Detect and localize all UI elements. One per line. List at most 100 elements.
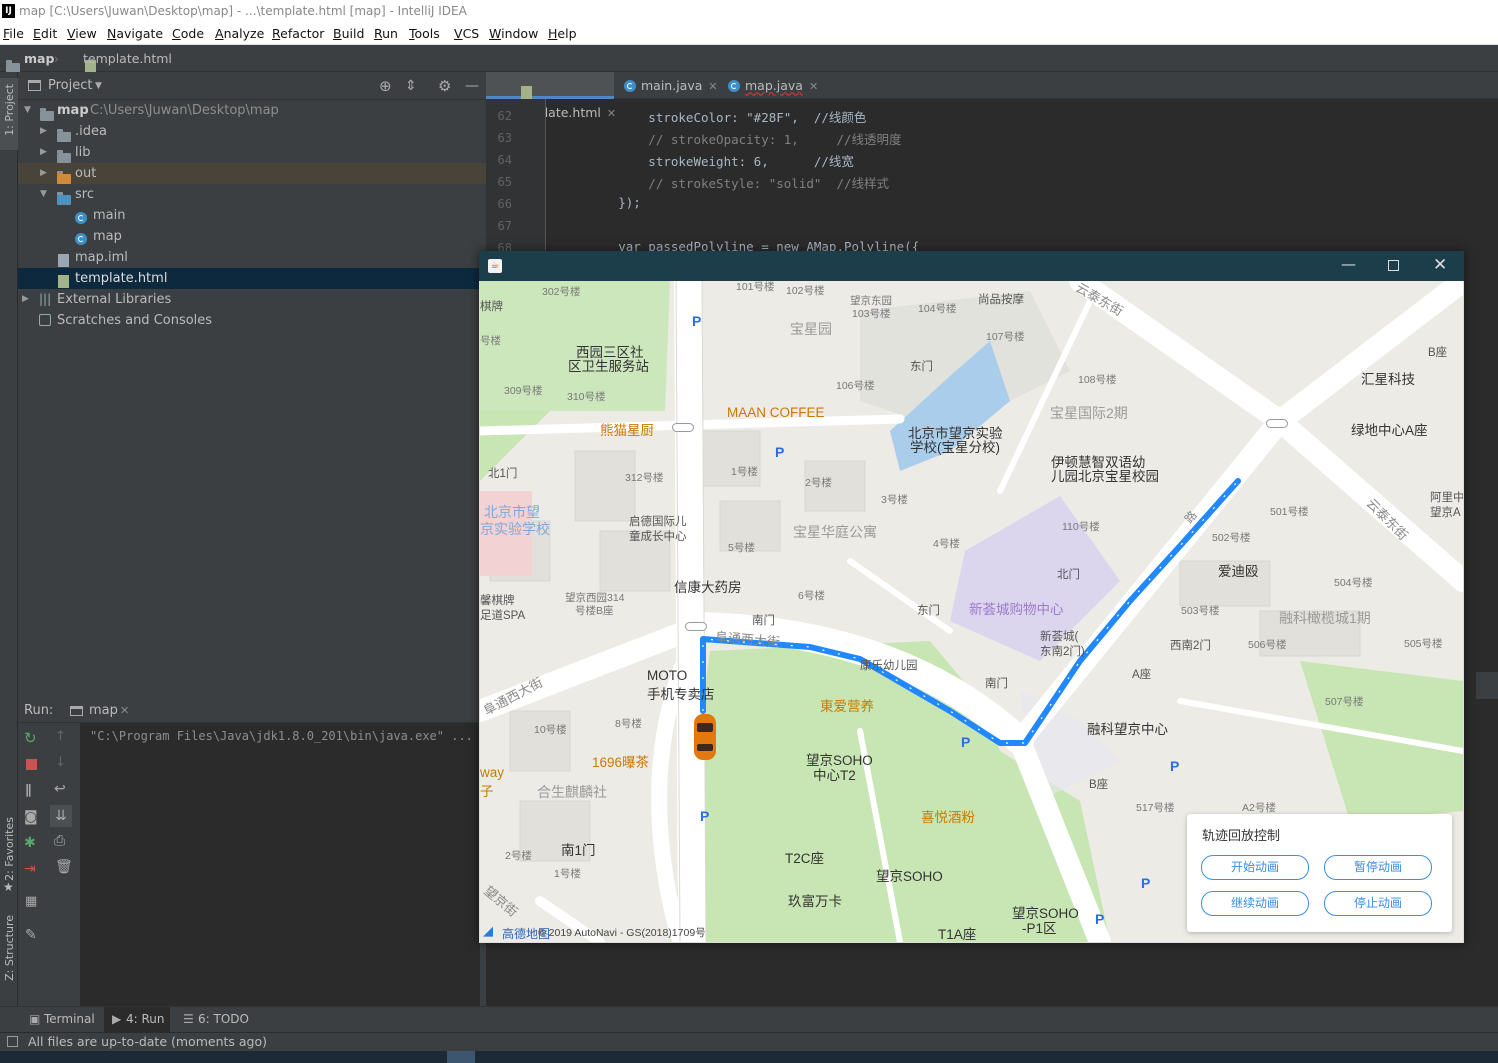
map-label: 504号楼 bbox=[1334, 577, 1373, 589]
menu-file[interactable]: File bbox=[3, 23, 24, 45]
map-label: 汇星科技 bbox=[1361, 372, 1415, 387]
expand-arrow-icon: ▶ bbox=[40, 147, 47, 157]
parking-icon: P bbox=[775, 444, 785, 460]
menu-analyze[interactable]: Analyze bbox=[215, 23, 264, 45]
window-icon bbox=[70, 706, 83, 716]
trash-icon[interactable]: 🗑 bbox=[55, 859, 73, 875]
rerun-icon[interactable]: ↻ bbox=[24, 729, 37, 747]
menu-refactor[interactable]: Refactor bbox=[272, 23, 324, 45]
project-panel-title[interactable]: Project bbox=[48, 72, 92, 100]
tree-item-external-libraries[interactable]: ▶ ||| External Libraries bbox=[18, 289, 486, 310]
pause-icon[interactable]: ∥ bbox=[25, 783, 32, 798]
tree-item-lib[interactable]: ▶ lib bbox=[18, 142, 486, 163]
close-icon[interactable]: ✕ bbox=[1433, 255, 1447, 275]
run-tab[interactable]: map bbox=[89, 699, 118, 723]
editor-scroll-corner bbox=[1476, 672, 1498, 699]
tree-root[interactable]: ▼ map C:\Users\Juwan\Desktop\map bbox=[18, 100, 486, 121]
tab-main-java[interactable]: main.java ✕ bbox=[615, 72, 719, 99]
tab-map-java[interactable]: map.java ✕ bbox=[719, 72, 819, 99]
close-icon[interactable]: ✕ bbox=[708, 80, 717, 93]
stop-animation-button[interactable]: 停止动画 bbox=[1324, 891, 1432, 916]
traffic-light-icon bbox=[672, 423, 694, 432]
minimize-icon[interactable]: — bbox=[1341, 255, 1356, 273]
map-label: 1号楼 bbox=[554, 868, 581, 880]
map-view[interactable]: P P P P P P P 302号楼 101号楼 102号楼 望京东园 103… bbox=[480, 281, 1463, 942]
menu-navigate[interactable]: Navigate bbox=[107, 23, 163, 45]
debug-icon[interactable]: ✱ bbox=[24, 835, 36, 851]
pin-icon[interactable]: ✎ bbox=[25, 927, 37, 943]
tree-item-label: .idea bbox=[75, 124, 107, 139]
tab-run[interactable]: ▶ 4: Run bbox=[104, 1007, 170, 1032]
breadcrumb-file[interactable]: template.html bbox=[83, 45, 172, 72]
map-label: 喜悦酒粉 bbox=[921, 810, 975, 825]
tree-item-src[interactable]: ▼ src bbox=[18, 184, 486, 205]
print-icon[interactable]: ⎙ bbox=[54, 833, 65, 849]
arrow-down-icon[interactable]: ↓ bbox=[55, 755, 66, 770]
map-label: 学校(宝星分校) bbox=[910, 440, 1000, 455]
tab-todo[interactable]: 6: TODO bbox=[198, 1007, 249, 1031]
maximize-icon[interactable] bbox=[1388, 260, 1399, 271]
tree-item-scratches[interactable]: Scratches and Consoles bbox=[18, 310, 486, 331]
resume-animation-button[interactable]: 继续动画 bbox=[1201, 891, 1309, 916]
tree-item-out[interactable]: ▶ out bbox=[18, 163, 486, 184]
map-label: 东门 bbox=[917, 605, 940, 617]
menu-vcs[interactable]: VCS bbox=[454, 23, 479, 45]
html-file-icon bbox=[521, 86, 532, 99]
favorites-tool-tab[interactable]: 2: Favorites bbox=[3, 817, 16, 881]
expand-arrow-icon: ▼ bbox=[40, 189, 47, 199]
status-bar: All files are up-to-date (moments ago) bbox=[0, 1032, 1498, 1051]
menu-run[interactable]: Run bbox=[374, 23, 398, 45]
console-output[interactable]: "C:\Program Files\Java\jdk1.8.0_201\bin\… bbox=[80, 723, 480, 1006]
tree-item-label: Scratches and Consoles bbox=[57, 313, 213, 328]
tree-item-main[interactable]: main bbox=[18, 205, 486, 226]
start-animation-button[interactable]: 开始动画 bbox=[1201, 855, 1309, 880]
parking-icon: P bbox=[700, 808, 710, 824]
tree-item-map-iml[interactable]: map.iml bbox=[18, 247, 486, 268]
menu-help[interactable]: Help bbox=[548, 23, 577, 45]
arrow-up-icon[interactable]: ↑ bbox=[55, 729, 66, 744]
camera-icon[interactable]: ◙ bbox=[24, 809, 38, 825]
layout-icon[interactable]: ▦ bbox=[25, 894, 37, 909]
exit-icon[interactable]: ⇥ bbox=[24, 861, 36, 877]
menu-view[interactable]: View bbox=[67, 23, 97, 45]
tab-terminal[interactable]: Terminal bbox=[44, 1007, 95, 1031]
gear-icon[interactable]: ⚙ bbox=[438, 72, 451, 100]
close-icon[interactable]: ✕ bbox=[809, 80, 818, 93]
stop-icon[interactable] bbox=[26, 759, 37, 770]
map-label: B座 bbox=[1089, 779, 1109, 791]
tree-item-idea[interactable]: ▶ .idea bbox=[18, 121, 486, 142]
parking-icon: P bbox=[961, 734, 971, 750]
minimize-icon[interactable]: — bbox=[465, 72, 479, 100]
class-icon bbox=[75, 233, 87, 245]
taskbar-active-app[interactable] bbox=[447, 1051, 475, 1063]
tree-item-template-html[interactable]: template.html bbox=[18, 268, 486, 289]
status-icon[interactable] bbox=[7, 1036, 18, 1047]
map-label: 南门 bbox=[985, 678, 1008, 690]
breadcrumb-project[interactable]: map bbox=[24, 45, 54, 72]
library-icon: ||| bbox=[39, 292, 52, 306]
map-label: 康乐幼儿园 bbox=[860, 660, 918, 672]
tab-template-html[interactable]: template.html ✕ bbox=[486, 72, 616, 120]
tree-item-map[interactable]: map bbox=[18, 226, 486, 247]
locate-icon[interactable]: ⊕ bbox=[379, 72, 392, 100]
map-label: 新荟城( bbox=[1040, 631, 1079, 643]
structure-tool-tab[interactable]: Z: Structure bbox=[3, 915, 16, 981]
map-label: 108号楼 bbox=[1078, 374, 1117, 386]
menu-code[interactable]: Code bbox=[172, 23, 204, 45]
scroll-to-end-icon[interactable]: ⇊ bbox=[50, 805, 72, 827]
map-label: B座 bbox=[1428, 347, 1448, 359]
menu-edit[interactable]: Edit bbox=[33, 23, 57, 45]
map-label: 信康大药房 bbox=[674, 580, 742, 595]
pause-animation-button[interactable]: 暂停动画 bbox=[1324, 855, 1432, 880]
line-number: 63 bbox=[497, 131, 512, 145]
soft-wrap-icon[interactable]: ↩ bbox=[54, 781, 66, 797]
chevron-down-icon[interactable]: ▼ bbox=[95, 72, 102, 100]
menu-build[interactable]: Build bbox=[333, 23, 364, 45]
map-label: 5号楼 bbox=[728, 542, 755, 554]
project-tool-tab[interactable]: 1: Project bbox=[0, 78, 18, 150]
collapse-all-icon[interactable]: ⇕ bbox=[405, 72, 417, 100]
menu-tools[interactable]: Tools bbox=[409, 23, 440, 45]
app-title-bar: ☕ — ✕ bbox=[479, 251, 1464, 281]
close-icon[interactable]: ✕ bbox=[120, 699, 129, 723]
menu-window[interactable]: Window bbox=[489, 23, 538, 45]
